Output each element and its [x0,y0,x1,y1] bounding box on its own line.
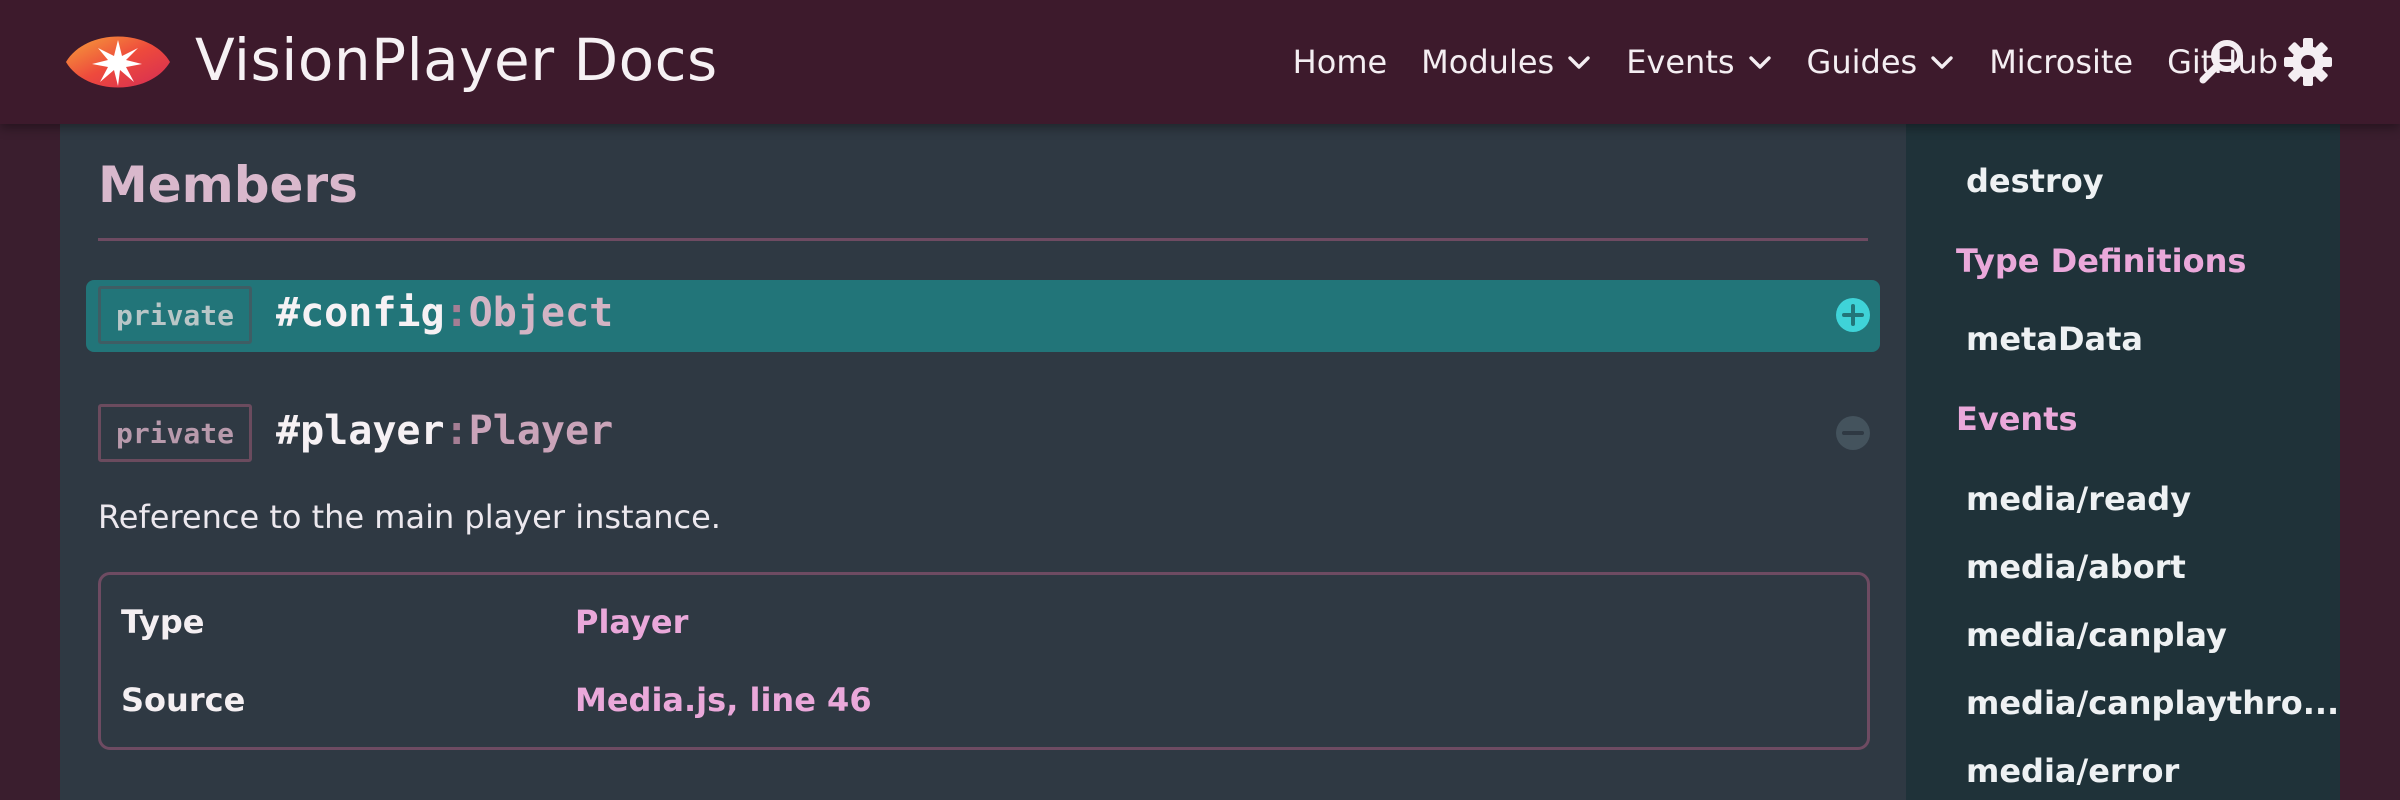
type-separator: : [444,290,469,336]
chevron-down-icon [1931,56,1953,69]
type-separator: : [444,408,469,454]
source-link[interactable]: Media.js, line 46 [575,681,872,719]
nav-home[interactable]: Home [1293,43,1388,81]
toc-link-event[interactable]: media/error [1966,752,2179,790]
nav-microsite-label: Microsite [1989,43,2134,81]
member-details-table: Type Player Source Media.js, line 46 [98,572,1870,750]
member-signature: #player:Player [276,408,613,454]
chevron-down-icon [1748,56,1771,69]
toc-link-destroy[interactable]: destroy [1966,162,2104,200]
member-description: Reference to the main player instance. [98,498,721,536]
nav-home-label: Home [1292,43,1388,81]
toc-heading-type-definitions[interactable]: Type Definitions [1956,242,2246,280]
type-label: Type [121,603,205,641]
toc-link-event[interactable]: media/ready [1966,480,2191,518]
private-badge: private [98,286,252,344]
nav-modules-label: Modules [1421,43,1555,81]
member-name: #config [276,290,445,336]
toc-link-event[interactable]: media/canplay [1966,616,2227,654]
member-type: Player [468,408,614,454]
nav-guides[interactable]: Guides [1807,43,1956,81]
nav-guides-label: Guides [1806,43,1918,81]
heading-divider [98,238,1868,241]
top-navbar: VisionPlayer Docs Home Modules Events Gu… [0,0,2400,124]
main-content: Members private #config:Object private #… [60,124,1906,800]
toc-link-event[interactable]: media/abort [1966,548,2186,586]
main-nav: Home Modules Events Guides Microsite Git… [1293,38,2278,86]
toc-link-metadata[interactable]: metaData [1966,320,2143,358]
private-badge: private [98,404,252,462]
type-link[interactable]: Player [575,603,688,641]
chevron-down-icon [1568,56,1590,69]
members-heading: Members [98,156,358,214]
toc-sidebar: destroy Type Definitions metaData Events… [1906,124,2340,800]
member-row-config[interactable]: private #config:Object [86,280,1880,352]
vision-eye-logo[interactable] [64,26,172,98]
gear-icon[interactable] [2282,36,2334,88]
member-name: #player [276,408,445,454]
nav-microsite[interactable]: Microsite [1989,43,2133,81]
plus-circle-icon[interactable] [1834,296,1872,334]
toc-link-event[interactable]: media/canplaythro... [1966,684,2339,722]
site-title[interactable]: VisionPlayer Docs [195,26,718,94]
minus-circle-icon[interactable] [1834,414,1872,452]
nav-events-label: Events [1626,43,1735,81]
member-type: Object [468,290,614,336]
search-icon[interactable] [2196,36,2248,88]
source-label: Source [121,681,246,719]
nav-events[interactable]: Events [1626,43,1772,81]
member-row-player[interactable]: private #player:Player [86,398,1880,470]
member-signature: #config:Object [276,290,613,336]
toc-heading-events[interactable]: Events [1956,400,2078,438]
nav-modules[interactable]: Modules [1421,43,1592,81]
